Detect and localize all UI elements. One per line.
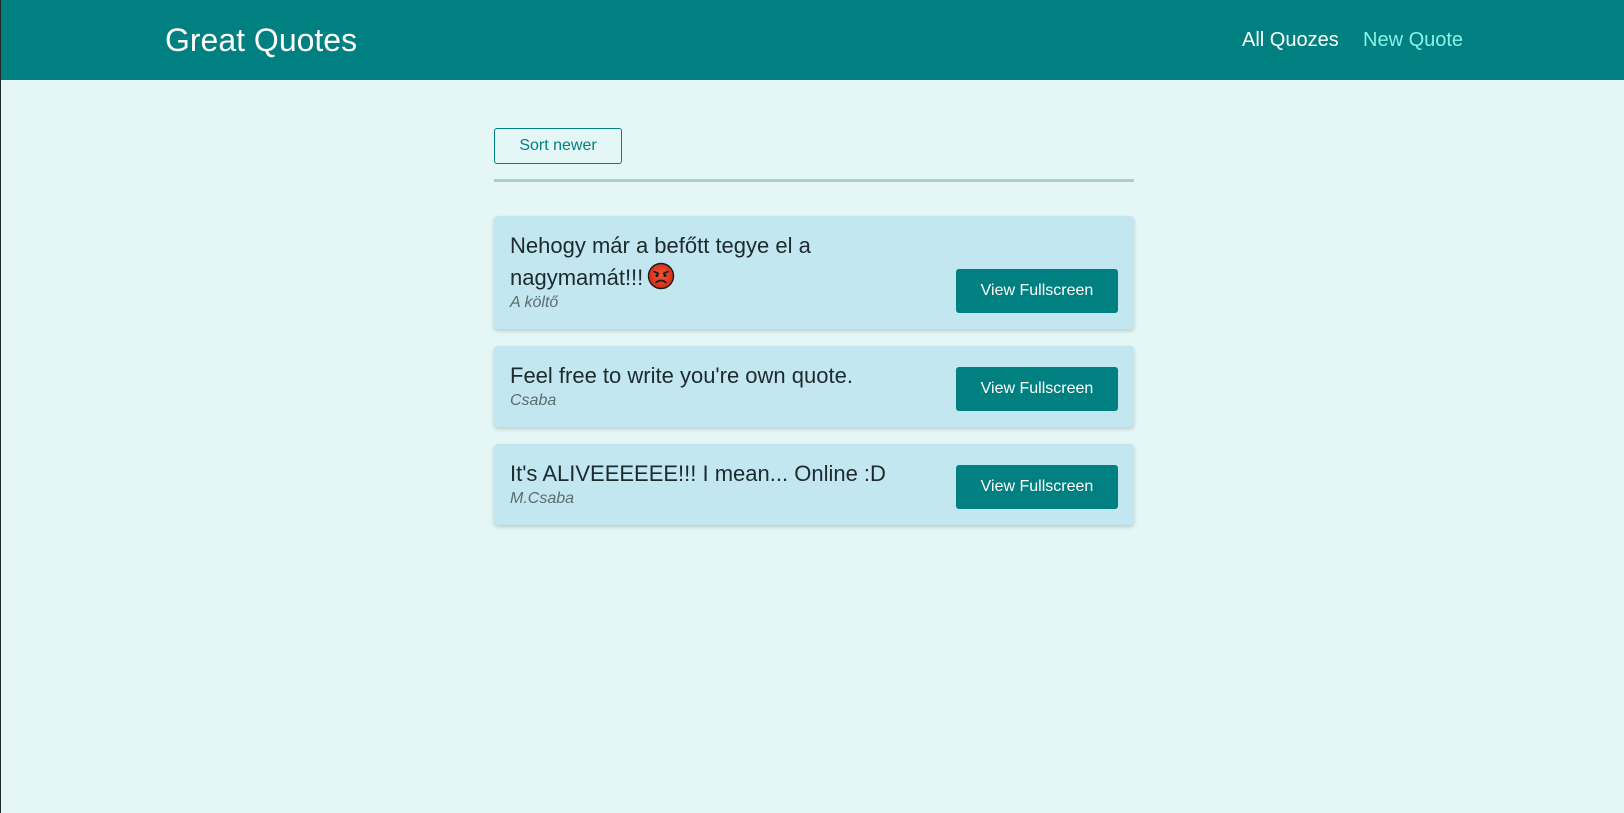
quote-text: Feel free to write you're own quote. bbox=[510, 363, 853, 388]
site-logo[interactable]: Great Quotes bbox=[165, 20, 357, 60]
quote-author: A költő bbox=[510, 294, 559, 311]
quote-card: Feel free to write you're own quote. Csa… bbox=[494, 346, 1134, 427]
quote-text: It's ALIVEEEEEE!!! I mean... Online :D bbox=[510, 461, 886, 486]
sort-button[interactable]: Sort newer bbox=[494, 128, 622, 164]
nav-link-new-quote[interactable]: New Quote bbox=[1363, 26, 1463, 54]
quote-author: Csaba bbox=[510, 392, 557, 409]
view-fullscreen-button[interactable]: View Fullscreen bbox=[956, 367, 1118, 411]
quote-author: M.Csaba bbox=[510, 490, 575, 507]
quote-card: It's ALIVEEEEEE!!! I mean... Online :D M… bbox=[494, 444, 1134, 525]
main-header: Great Quotes All Quozes New Quote bbox=[1, 0, 1624, 80]
angry-face-icon bbox=[648, 262, 675, 290]
quote-card: Nehogy már a befőtt tegye el a nagymamát… bbox=[494, 216, 1134, 329]
divider bbox=[494, 179, 1134, 182]
view-fullscreen-button[interactable]: View Fullscreen bbox=[956, 269, 1118, 313]
nav-link-all-quotes[interactable]: All Quozes bbox=[1242, 26, 1339, 54]
view-fullscreen-button[interactable]: View Fullscreen bbox=[956, 465, 1118, 509]
quote-text: Nehogy már a befőtt tegye el a nagymamát… bbox=[510, 230, 940, 294]
